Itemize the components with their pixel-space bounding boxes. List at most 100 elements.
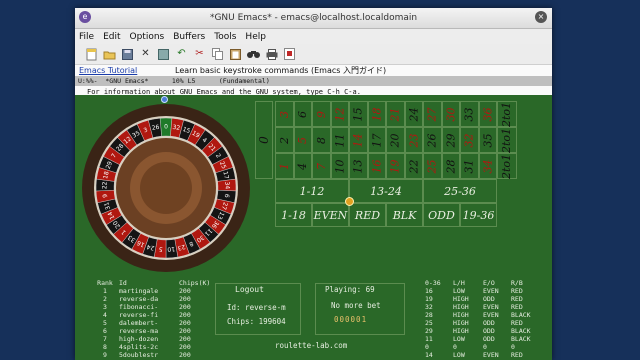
bet-cell-outside[interactable]: EVEN	[312, 203, 349, 227]
bet-cell-dozen[interactable]: 13-24	[349, 179, 423, 203]
bet-cell-number[interactable]: 35	[478, 127, 497, 153]
table-row: 29 HIGH ODD BLACK	[425, 327, 541, 335]
bet-cell-number[interactable]: 6	[293, 101, 312, 127]
bet-cell-number[interactable]: 24	[404, 101, 423, 127]
bet-cell-number[interactable]: 32	[460, 127, 479, 153]
bet-cell-number[interactable]: 18	[367, 101, 386, 127]
history-cell: R/B	[511, 279, 523, 287]
bet-cell-number[interactable]: 19	[386, 153, 405, 179]
help-icon[interactable]	[283, 48, 296, 61]
history-cell: HIGH	[453, 303, 469, 311]
bet-cell-number[interactable]: 29	[441, 127, 460, 153]
bet-cell-number[interactable]: 1	[275, 153, 294, 179]
history-cell: 19	[425, 295, 433, 303]
save-as-icon[interactable]	[157, 48, 170, 61]
bet-cell-dozen[interactable]: 1-12	[275, 179, 349, 203]
bet-cell-number[interactable]: 27	[423, 101, 442, 127]
bet-cell-number[interactable]: 26	[423, 127, 442, 153]
bet-cell-number[interactable]: 2	[275, 127, 294, 153]
bet-cell-number[interactable]: 23	[404, 127, 423, 153]
bet-cell-number[interactable]: 31	[460, 153, 479, 179]
bet-cell-number[interactable]: 33	[460, 101, 479, 127]
paste-icon[interactable]	[229, 48, 242, 61]
open-folder-icon[interactable]	[103, 48, 116, 61]
cut-icon[interactable]: ✂	[193, 48, 206, 61]
bet-cell-number[interactable]: 17	[367, 127, 386, 153]
bet-cell-column[interactable]: 2to1	[497, 101, 517, 127]
bet-cell-number[interactable]: 11	[330, 127, 349, 153]
wheel-pocket-label: 10	[167, 245, 175, 253]
rank-cell: 200	[179, 351, 191, 359]
bet-cell-number[interactable]: 9	[312, 101, 331, 127]
search-binoculars-icon[interactable]	[247, 48, 260, 61]
bet-cell-number[interactable]: 14	[349, 127, 368, 153]
emacs-tutorial-link[interactable]: Emacs Tutorial	[79, 66, 137, 75]
bet-cell-number[interactable]: 7	[312, 153, 331, 179]
bet-cell-outside[interactable]: 19-36	[460, 203, 497, 227]
title-bar[interactable]: e *GNU Emacs* - emacs@localhost.localdom…	[75, 8, 552, 29]
bet-cell-dozen-label: 13-24	[370, 184, 402, 198]
copy-icon[interactable]	[211, 48, 224, 61]
rank-cell: reverse-fi	[119, 311, 159, 319]
bet-cell-number[interactable]: 34	[478, 153, 497, 179]
menu-tools[interactable]: Tools	[214, 32, 236, 42]
bet-cell-number[interactable]: 8	[312, 127, 331, 153]
bet-cell-column[interactable]: 2to1	[497, 153, 517, 179]
bet-cell-number-label: 35	[481, 133, 495, 147]
new-file-icon[interactable]	[85, 48, 98, 61]
save-icon[interactable]	[121, 48, 134, 61]
table-row: 5 dalembert- 200	[91, 319, 213, 327]
close-x-icon[interactable]: ✕	[139, 48, 152, 61]
bet-cell-number[interactable]: 4	[293, 153, 312, 179]
print-icon[interactable]	[265, 48, 278, 61]
bet-cell-number[interactable]: 3	[275, 101, 294, 127]
close-icon[interactable]: ×	[535, 11, 547, 23]
bet-cell-number[interactable]: 15	[349, 101, 368, 127]
rank-cell: 200	[179, 295, 191, 303]
history-cell: 0	[453, 343, 457, 351]
bet-cell-outside[interactable]: ODD	[423, 203, 460, 227]
history-cell: BLACK	[511, 327, 531, 335]
bet-cell-number[interactable]: 21	[386, 101, 405, 127]
menu-options[interactable]: Options	[130, 32, 165, 42]
bet-cell-outside-label: BLK	[392, 208, 417, 222]
bet-chip[interactable]	[345, 197, 354, 206]
bet-cell-number[interactable]: 28	[441, 153, 460, 179]
bet-cell-dozen[interactable]: 25-36	[423, 179, 497, 203]
table-row: 2 reverse-da 200	[91, 295, 213, 303]
bet-cell-column-label: 2to1	[500, 101, 514, 127]
rank-cell: 1	[103, 287, 107, 295]
menu-buffers[interactable]: Buffers	[173, 32, 205, 42]
history-cell: 29	[425, 327, 433, 335]
menu-file[interactable]: File	[79, 32, 94, 42]
history-cell: RED	[511, 295, 523, 303]
bet-cell-outside[interactable]: BLK	[386, 203, 423, 227]
bet-cell-number[interactable]: 22	[404, 153, 423, 179]
bet-cell-outside[interactable]: 1-18	[275, 203, 312, 227]
bet-cell-number[interactable]: 10	[330, 153, 349, 179]
bet-cell-number[interactable]: 12	[330, 101, 349, 127]
menu-help[interactable]: Help	[245, 32, 266, 42]
bet-cell-dozen-label: 1-12	[299, 184, 325, 198]
history-cell: L/H	[453, 279, 465, 287]
bet-cell-number[interactable]: 25	[423, 153, 442, 179]
roulette-wheel: 0 32 15 19421225173462713361130823105241633…	[82, 104, 250, 272]
site-name[interactable]: roulette-lab.com	[275, 341, 347, 350]
bet-cell-outside[interactable]: RED	[349, 203, 386, 227]
bet-cell-number[interactable]: 5	[293, 127, 312, 153]
menu-edit[interactable]: Edit	[103, 32, 120, 42]
undo-icon[interactable]: ↶	[175, 48, 188, 61]
bet-cell-number[interactable]: 16	[367, 153, 386, 179]
bet-cell-column[interactable]: 2to1	[497, 127, 517, 153]
bet-cell-number[interactable]: 20	[386, 127, 405, 153]
bet-cell-number-label: 6	[296, 110, 310, 118]
wheel-pocket-label: 0	[164, 124, 168, 131]
bet-cell-number[interactable]: 30	[441, 101, 460, 127]
bet-cell-number[interactable]: 13	[349, 153, 368, 179]
bet-cell-number-label: 16	[370, 159, 384, 173]
bet-cell-zero[interactable]: 0	[255, 101, 273, 179]
logout-button[interactable]: Logout	[235, 285, 264, 294]
history-cell: ODD	[483, 327, 495, 335]
bet-cell-number-label: 19	[388, 159, 402, 173]
bet-cell-number[interactable]: 36	[478, 101, 497, 127]
